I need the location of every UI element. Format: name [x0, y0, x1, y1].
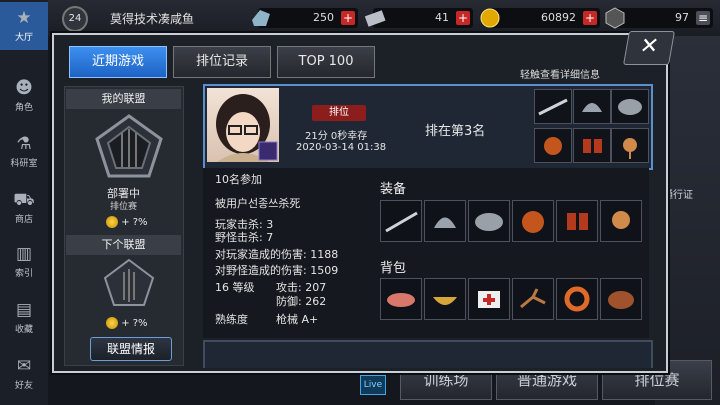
gold-coin-icon	[478, 6, 502, 30]
cart-icon: ⛟	[13, 190, 35, 210]
sidebar-item-lobby[interactable]: ★ 大厅	[0, 2, 48, 50]
resource-value: 60892	[541, 11, 576, 24]
flask-icon: ⚗	[16, 134, 32, 154]
alliance-info-button[interactable]: 联盟情报	[90, 337, 172, 361]
resource-card: 41 +	[364, 8, 473, 28]
menu-button[interactable]: ≡	[696, 11, 710, 25]
ranked-tag: 排位	[312, 105, 366, 121]
survival-time: 21分 0秒幸存	[305, 131, 368, 142]
sidebar-item-label: 索引	[14, 269, 33, 279]
sidebar-item-shop[interactable]: ⛟ 商店	[0, 184, 48, 232]
bag-branch-icon	[512, 278, 554, 320]
killed-by: 被用户선종쓰杀死	[215, 197, 301, 210]
monster-kills: 野怪击杀: 7	[215, 231, 274, 244]
card-item-helmet-icon	[573, 89, 611, 124]
sidebar-item-index[interactable]: ▥ 索引	[0, 238, 48, 286]
character-icon: ☻	[15, 78, 33, 98]
equip-necklace-icon	[600, 200, 642, 242]
next-alliance-emblem-icon	[103, 258, 155, 306]
match-datetime: 2020-03-14 01:38	[296, 142, 387, 153]
player-damage: 对玩家造成的伤害: 1188	[215, 248, 339, 261]
alliance-mode: 排位赛	[109, 202, 137, 212]
crystal-icon	[248, 6, 272, 30]
sidebar: ★ 大厅 ☻ 角色 ⚗ 科研室 ⛟ 商店 ▥ 索引 ▤ 收藏 ✉ 好友	[0, 0, 48, 405]
character-portrait	[207, 88, 279, 162]
defense-stat: 防御: 262	[276, 295, 327, 308]
bag-medkit-icon	[468, 278, 510, 320]
participants-count: 10名参加	[215, 173, 262, 186]
sidebar-item-lab[interactable]: ⚗ 科研室	[0, 128, 48, 176]
bag-label: 背包	[380, 261, 407, 276]
resource-crystal: 250 +	[252, 8, 358, 28]
next-alliance-title: 下个联盟	[66, 235, 181, 255]
reward-value: + ?%	[121, 217, 148, 228]
match-card[interactable]	[203, 340, 653, 368]
mastery-value: 枪械 A+	[276, 313, 319, 326]
placement-text: 排在第3名	[425, 124, 486, 139]
alliance-reward: + ?%	[106, 216, 148, 228]
resource-gold: 60892 +	[480, 8, 600, 28]
bp-icon	[603, 6, 627, 30]
equip-disc-icon	[468, 200, 510, 242]
sidebar-item-label: 角色	[14, 103, 33, 113]
equip-rifle-icon	[380, 200, 422, 242]
tab-rank-record[interactable]: 排位记录	[173, 46, 271, 78]
card-item-disc-icon	[611, 89, 649, 124]
card-item-gloves-icon	[573, 128, 611, 163]
sidebar-item-label: 科研室	[10, 159, 38, 169]
sidebar-item-label: 商店	[14, 215, 33, 225]
character-level: 16 等级	[215, 281, 255, 294]
resource-value: 250	[313, 11, 334, 24]
card-item-armor-icon	[534, 128, 572, 163]
resource-bp: 97 ≡	[605, 7, 713, 29]
bag-soup-icon	[600, 278, 642, 320]
close-icon: ✕	[637, 34, 661, 59]
add-gold-button[interactable]: +	[583, 11, 597, 25]
detail-hint: 轻触查看详细信息	[520, 70, 600, 81]
sidebar-item-character[interactable]: ☻ 角色	[0, 72, 48, 120]
add-crystal-button[interactable]: +	[341, 11, 355, 25]
resource-value: 97	[675, 11, 689, 24]
tab-top100[interactable]: TOP 100	[277, 46, 375, 78]
my-alliance-title: 我的联盟	[66, 89, 181, 109]
next-alliance-reward: + ?%	[106, 317, 148, 329]
sidebar-item-collection[interactable]: ▤ 收藏	[0, 294, 48, 342]
card-item-rifle-icon	[534, 89, 572, 124]
player-name: 莫得技术凑咸鱼	[110, 12, 195, 26]
book-icon: ▤	[15, 300, 33, 320]
gold-coin-icon	[106, 216, 118, 228]
gold-coin-icon	[106, 317, 118, 329]
sidebar-item-label: 收藏	[14, 325, 33, 335]
bag-ring-icon	[556, 278, 598, 320]
alliance-emblem-icon	[95, 114, 163, 178]
sidebar-item-friends[interactable]: ✉ 好友	[0, 350, 48, 398]
live-badge[interactable]: Live	[360, 375, 386, 395]
close-button[interactable]: ✕	[623, 31, 675, 65]
bag-meat-icon	[380, 278, 422, 320]
player-level-badge: 24	[62, 6, 88, 32]
star-icon: ★	[16, 8, 32, 28]
equipment-label: 装备	[380, 182, 407, 197]
books-icon: ▥	[15, 244, 33, 264]
card-item-necklace-icon	[611, 128, 649, 163]
monster-damage: 对野怪造成的伤害: 1509	[215, 264, 339, 277]
equip-gloves-icon	[556, 200, 598, 242]
sidebar-item-label: 好友	[14, 381, 33, 391]
equip-helmet-icon	[424, 200, 466, 242]
top-bar: 24 莫得技术凑咸鱼 250 + 41 + 60892 + 97 ≡	[48, 0, 720, 36]
resource-value: 41	[435, 11, 449, 24]
bag-bowl-icon	[424, 278, 466, 320]
add-card-button[interactable]: +	[456, 11, 470, 25]
sidebar-item-label: 大厅	[14, 33, 33, 43]
equip-armor-icon	[512, 200, 554, 242]
mastery-label: 熟练度	[215, 313, 248, 326]
reward-value: + ?%	[121, 318, 148, 329]
tab-recent-games[interactable]: 近期游戏	[69, 46, 167, 78]
chat-icon: ✉	[16, 356, 32, 376]
card-icon	[363, 6, 387, 30]
